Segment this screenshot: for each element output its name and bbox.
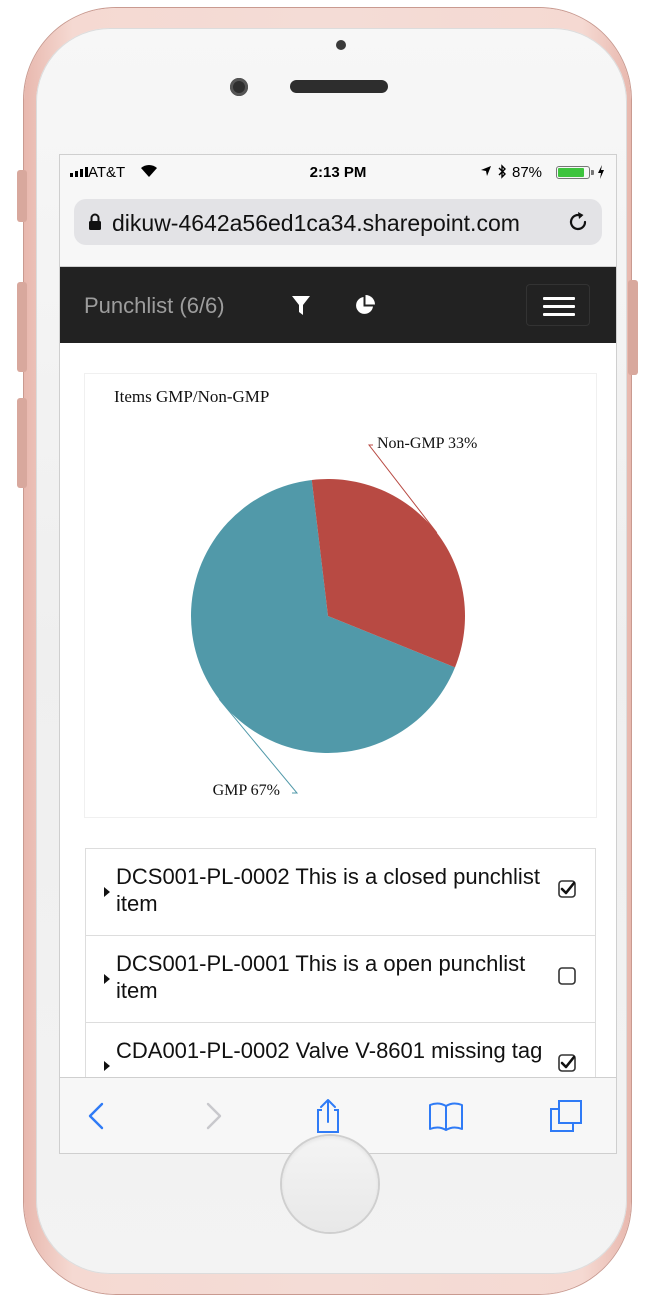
volume-up-button	[17, 282, 27, 372]
phone-screen: AT&T 2:13 PM 87% dikuw-4642a56ed1ca34.sh…	[60, 155, 616, 1153]
battery-icon	[556, 166, 590, 179]
expand-caret-icon[interactable]	[104, 887, 110, 897]
checkbox-icon[interactable]	[558, 880, 576, 898]
reload-icon[interactable]	[566, 210, 590, 234]
home-button[interactable]	[282, 1136, 378, 1232]
lock-icon	[89, 213, 101, 230]
battery-level-fill	[558, 168, 585, 177]
bluetooth-icon	[498, 164, 506, 179]
front-camera	[230, 78, 248, 96]
pie-chart-icon[interactable]	[354, 295, 375, 316]
chart-panel: Items GMP/Non-GMP GMP 67% Non-GMP 33%	[85, 374, 596, 817]
battery-percent: 87%	[512, 164, 543, 181]
share-icon[interactable]	[310, 1098, 346, 1134]
battery-cap	[591, 170, 594, 175]
item-text: DCS001-PL-0001 This is a open punchlist …	[116, 951, 526, 1003]
expand-caret-icon[interactable]	[104, 974, 110, 984]
chart-title: Items GMP/Non-GMP	[114, 387, 269, 406]
forward-icon[interactable]	[194, 1098, 230, 1134]
browser-chrome: dikuw-4642a56ed1ca34.sharepoint.com	[60, 191, 616, 267]
hamburger-menu-icon[interactable]	[526, 284, 590, 326]
item-text: CDA001-PL-0002 Valve V-8601 missing tag	[116, 1038, 543, 1063]
list-item[interactable]: DCS001-PL-0002 This is a closed punchlis…	[85, 848, 596, 936]
earpiece-speaker	[290, 80, 388, 93]
item-text: DCS001-PL-0002 This is a closed punchlis…	[116, 864, 540, 916]
back-icon[interactable]	[80, 1098, 116, 1134]
status-bar: AT&T 2:13 PM 87%	[60, 155, 616, 191]
pie-label: Non-GMP 33%	[377, 435, 477, 452]
app-navbar: Punchlist (6/6)	[60, 267, 616, 343]
navbar-brand[interactable]: Punchlist (6/6)	[84, 293, 225, 319]
volume-down-button	[17, 398, 27, 488]
url-text[interactable]: dikuw-4642a56ed1ca34.sharepoint.com	[112, 210, 556, 237]
power-button	[628, 280, 638, 375]
expand-caret-icon[interactable]	[104, 1061, 110, 1071]
pie-label: GMP 67%	[213, 782, 280, 799]
location-arrow-icon	[481, 166, 491, 176]
list-item[interactable]: CDA001-PL-0002 Valve V-8601 missing tag	[85, 1022, 596, 1077]
bookmarks-icon[interactable]	[428, 1098, 464, 1134]
checkbox-icon[interactable]	[558, 1054, 576, 1072]
charging-bolt-icon	[598, 165, 604, 179]
pie-chart: Items GMP/Non-GMP GMP 67% Non-GMP 33%	[114, 387, 477, 799]
main-content: Items GMP/Non-GMP GMP 67% Non-GMP 33% DCS…	[60, 343, 616, 1077]
tabs-icon[interactable]	[548, 1098, 584, 1134]
list-item[interactable]: DCS001-PL-0001 This is a open punchlist …	[85, 935, 596, 1023]
punchlist: DCS001-PL-0002 This is a closed punchlis…	[85, 848, 596, 1077]
proximity-sensor	[336, 40, 346, 50]
address-bar[interactable]: dikuw-4642a56ed1ca34.sharepoint.com	[74, 199, 602, 245]
filter-icon[interactable]	[292, 296, 310, 316]
checkbox-icon[interactable]	[558, 967, 576, 985]
mute-switch	[17, 170, 27, 222]
